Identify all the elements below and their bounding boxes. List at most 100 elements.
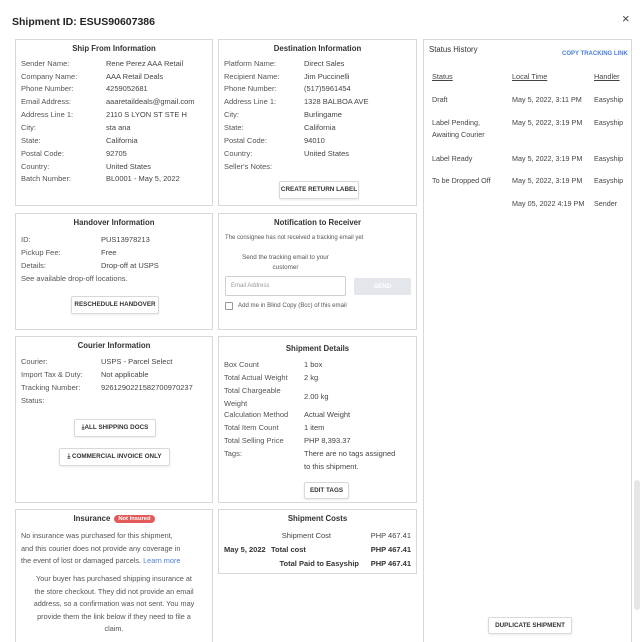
field-value: USPS - Parcel Select [101, 357, 173, 366]
copy-tracking-link[interactable]: COPY TRACKING LINK [562, 51, 628, 57]
handover-title: Handover Information [73, 218, 155, 227]
field-label: Total Item Count [224, 423, 279, 432]
field-label: Details: [21, 261, 47, 270]
field-label: Company Name: [21, 72, 78, 81]
shipment-details-card: Shipment Details Box Count 1 box Total Ac… [218, 336, 417, 503]
field-row: Total Selling Price PHP 8,393.37 [224, 436, 412, 446]
field-row: City: sta ana [21, 123, 208, 133]
field-label: Batch Number: [21, 174, 72, 183]
field-label: Recipient Name: [224, 72, 280, 81]
field-value: 1 item [304, 423, 325, 432]
status-row: Draft May 5, 2022, 3:11 PM Easyship [432, 95, 632, 107]
field-row: See available drop-off locations. [21, 274, 208, 284]
field-row: Email Address: aaaretaildeals@gmail.com [21, 97, 208, 107]
drop-off-locations-link[interactable]: See available drop-off locations. [21, 274, 128, 284]
field-value: United States [304, 149, 350, 158]
field-row: Pickup Fee: Free [21, 248, 208, 258]
field-value: sta ana [106, 123, 131, 132]
edit-tags-button[interactable]: EDIT TAGS [304, 482, 349, 499]
field-label: Import Tax & Duty: [21, 370, 83, 379]
status-handler: Sender [594, 199, 618, 208]
field-value: (517)5961454 [304, 84, 351, 93]
field-value: aaaretaildeals@gmail.com [106, 97, 195, 106]
status-row: Label Ready May 5, 2022, 3:19 PM Easyshi… [432, 154, 632, 166]
all-shipping-docs-button[interactable]: ⤓ALL SHIPPING DOCS [74, 419, 156, 437]
not-insured-badge: Not Insured [114, 515, 155, 523]
field-row: Platform Name: Direct Sales [224, 59, 412, 69]
bcc-checkbox[interactable] [225, 302, 233, 310]
field-value: Rene Perez AAA Retail [106, 59, 184, 68]
duplicate-shipment-button[interactable]: DUPLICATE SHIPMENT [488, 617, 572, 634]
insurance-title: Insurance Not Insured [16, 514, 212, 523]
field-value: 92705 [106, 149, 127, 158]
field-label: State: [224, 123, 244, 132]
cost-row: Total Paid to Easyship PHP 467.41 [224, 559, 411, 569]
field-label: Pickup Fee: [21, 248, 61, 257]
field-value: California [304, 123, 336, 132]
field-label: Country: [21, 162, 50, 171]
field-row: Import Tax & Duty: Not applicable [21, 370, 208, 380]
field-row: Total Item Count 1 item [224, 423, 412, 433]
cost-value: PHP 467.41 [370, 559, 411, 568]
field-value: Jim Puccinelli [304, 72, 350, 81]
learn-more-link[interactable]: Learn more [143, 556, 180, 565]
commercial-invoice-button[interactable]: ⤓ COMMERCIAL INVOICE ONLY [59, 448, 170, 466]
field-row: Phone Number: (517)5961454 [224, 84, 412, 94]
status-time: May 05, 2022 4:19 PM [512, 199, 585, 208]
status-time: May 5, 2022, 3:19 PM [512, 176, 583, 185]
status-handler: Easyship [594, 118, 624, 127]
cost-label: Total Paid to Easyship [279, 559, 359, 568]
field-row: Seller's Notes: [224, 162, 412, 172]
field-row: 2.00 kg [224, 392, 412, 402]
column-local-time: Local Time [512, 72, 548, 81]
field-value: PHP 8,393.37 [304, 436, 351, 445]
courier-card: Courier Information Courier: USPS - Parce… [15, 336, 213, 503]
download-icon: ⤓ [67, 453, 71, 460]
email-input[interactable]: Email Address [225, 276, 346, 296]
field-value: 2110 S LYON ST STE H [106, 110, 187, 119]
field-row: Phone Number: 4259052681 [21, 84, 208, 94]
field-value: Free [101, 248, 117, 257]
field-row: Status: [21, 396, 208, 406]
ship-from-card: Ship From Information Sender Name: Rene P… [15, 39, 213, 206]
text-line: address, so a confirmation was not sent.… [33, 599, 195, 608]
cost-row: May 5, 2022 Total cost PHP 467.41 [224, 545, 411, 555]
status-handler: Easyship [594, 154, 624, 163]
field-value: California [106, 136, 138, 145]
status-row: Label Pending, Awaiting Courier May 5, 2… [432, 118, 632, 142]
insurance-title-text: Insurance [73, 514, 111, 523]
batch-number-link[interactable]: BL0001 - May 5, 2022 [106, 174, 180, 184]
field-label: Status: [21, 396, 45, 405]
button-label: COMMERCIAL INVOICE ONLY [71, 453, 162, 460]
field-row: Postal Code: 94010 [224, 136, 412, 146]
field-label: Platform Name: [224, 59, 277, 68]
text-line: the event of lost or damaged parcels. Le… [21, 555, 211, 568]
field-row: State: California [224, 123, 412, 133]
ship-from-title: Ship From Information [72, 44, 156, 53]
status-history-title: Status History [429, 45, 478, 54]
field-row: Address Line 1: 1328 BALBOA AVE [224, 97, 412, 107]
shipment-details-title: Shipment Details [285, 344, 350, 353]
shipment-costs-card: Shipment Costs Shipment Cost PHP 467.41 … [218, 509, 417, 574]
field-row: Batch Number: BL0001 - May 5, 2022 [21, 174, 208, 184]
reschedule-handover-button[interactable]: RESCHEDULE HANDOVER [71, 296, 159, 314]
text-line: and this courier does not provide any co… [21, 543, 181, 553]
send-button[interactable]: SEND [354, 278, 411, 295]
status-time: May 5, 2022, 3:19 PM [512, 154, 583, 163]
text-line: the store checkout. They did not provide… [34, 586, 194, 596]
field-row: Company Name: AAA Retail Deals [21, 72, 208, 82]
field-label: City: [224, 110, 239, 119]
field-label: City: [21, 123, 36, 132]
field-label: Postal Code: [21, 149, 64, 158]
cost-date: May 5, 2022 [224, 545, 266, 554]
scrollbar[interactable] [634, 480, 640, 610]
field-row: Courier: USPS - Parcel Select [21, 357, 208, 367]
field-label: Courier: [21, 357, 48, 366]
notification-card: Notification to Receiver The consignee h… [218, 213, 417, 330]
field-label: Phone Number: [21, 84, 74, 93]
status-history-card: Status History COPY TRACKING LINK Status… [423, 39, 632, 642]
field-row: Postal Code: 92705 [21, 149, 208, 159]
create-return-label-button[interactable]: CREATE RETURN LABEL [279, 181, 359, 199]
field-label: Total Actual Weight [224, 373, 288, 382]
close-icon[interactable]: × [622, 12, 634, 26]
